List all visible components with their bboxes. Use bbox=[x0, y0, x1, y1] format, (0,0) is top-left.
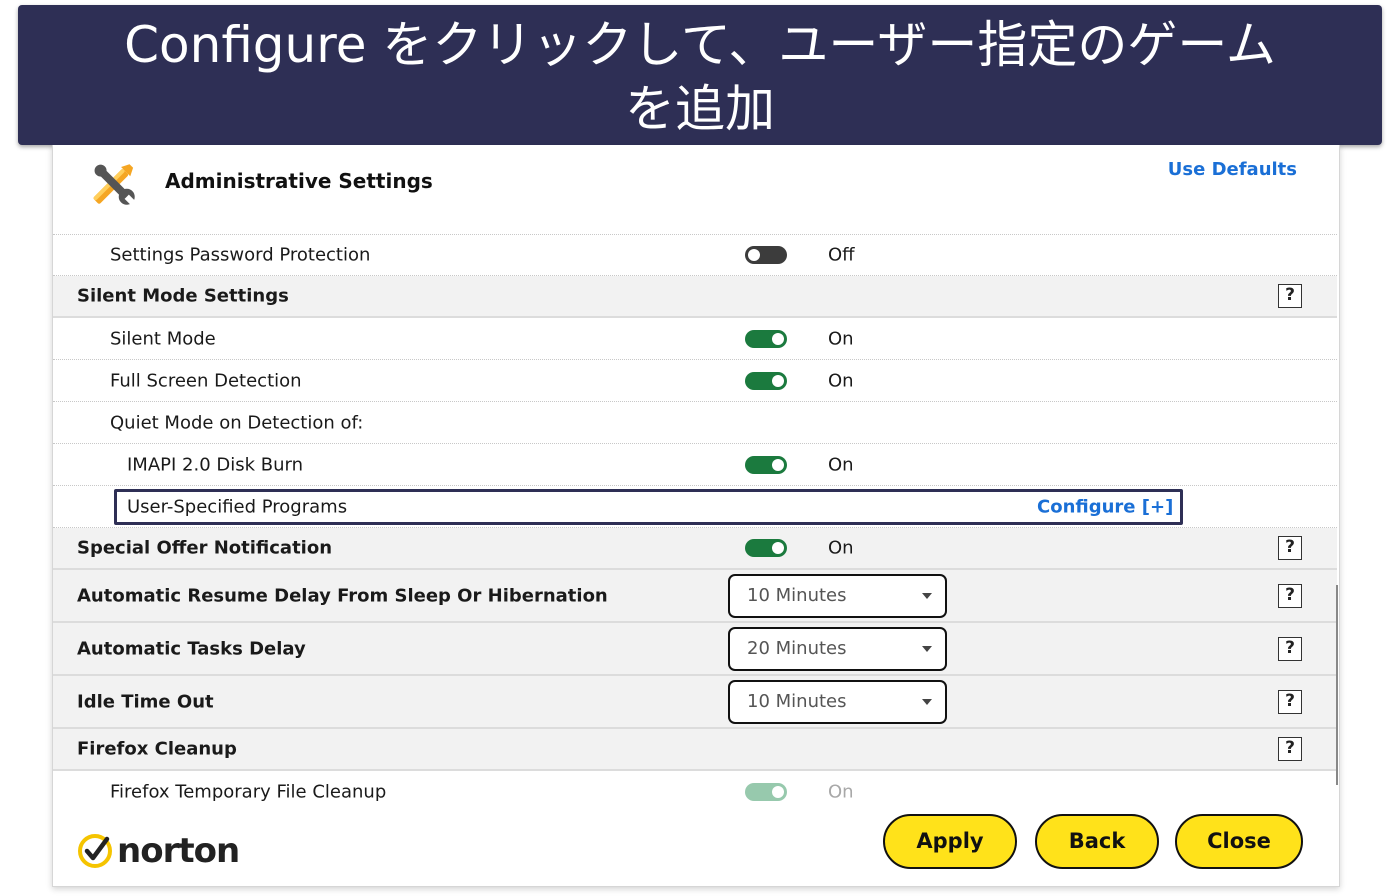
row-special-offer: Special Offer Notification On ? bbox=[53, 528, 1337, 570]
row-password-protection: Settings Password Protection Off bbox=[53, 234, 1337, 276]
chevron-down-icon bbox=[922, 698, 932, 705]
silent-mode-toggle[interactable] bbox=[745, 329, 787, 348]
row-silent-mode-settings: Silent Mode Settings ? bbox=[53, 276, 1337, 318]
resume-delay-select[interactable]: 10 Minutes bbox=[728, 573, 947, 618]
user-specified-programs-label: User-Specified Programs bbox=[127, 496, 348, 517]
firefox-temp-toggle[interactable] bbox=[745, 783, 787, 801]
silent-mode-label: Silent Mode bbox=[110, 328, 216, 349]
norton-logo: norton bbox=[77, 829, 240, 873]
chevron-down-icon bbox=[922, 592, 932, 599]
row-idle-timeout: Idle Time Out 10 Minutes ? bbox=[53, 676, 1337, 729]
tasks-delay-select[interactable]: 20 Minutes bbox=[728, 626, 947, 671]
row-firefox-cleanup: Firefox Cleanup ? bbox=[53, 729, 1337, 771]
idle-timeout-select[interactable]: 10 Minutes bbox=[728, 679, 947, 724]
configure-link[interactable]: Configure [+] bbox=[1037, 496, 1173, 517]
silent-mode-settings-label: Silent Mode Settings bbox=[77, 285, 289, 307]
tasks-delay-value: 20 Minutes bbox=[747, 637, 847, 659]
row-quiet-mode: Quiet Mode on Detection of: bbox=[53, 402, 1337, 444]
apply-button[interactable]: Apply bbox=[883, 814, 1017, 869]
row-full-screen-detection: Full Screen Detection On bbox=[53, 360, 1337, 402]
chevron-down-icon bbox=[922, 645, 932, 652]
row-silent-mode: Silent Mode On bbox=[53, 318, 1337, 360]
close-button[interactable]: Close bbox=[1175, 814, 1303, 869]
full-screen-detection-toggle[interactable] bbox=[745, 371, 787, 390]
special-offer-label: Special Offer Notification bbox=[77, 537, 333, 559]
back-button[interactable]: Back bbox=[1035, 814, 1159, 869]
settings-window: Administrative Settings Use Defaults Set… bbox=[52, 145, 1340, 887]
logo-text: norton bbox=[117, 831, 240, 871]
firefox-temp-label: Firefox Temporary File Cleanup bbox=[110, 781, 387, 803]
imapi-toggle[interactable] bbox=[745, 455, 787, 474]
firefox-temp-state: On bbox=[828, 781, 854, 803]
resume-delay-label: Automatic Resume Delay From Sleep Or Hib… bbox=[77, 585, 608, 606]
password-protection-toggle[interactable] bbox=[745, 246, 787, 264]
row-imapi: IMAPI 2.0 Disk Burn On bbox=[53, 444, 1337, 486]
firefox-cleanup-label: Firefox Cleanup bbox=[77, 738, 237, 760]
special-offer-state: On bbox=[828, 537, 854, 559]
tools-icon bbox=[93, 164, 136, 206]
full-screen-detection-label: Full Screen Detection bbox=[110, 370, 302, 391]
row-firefox-temp: Firefox Temporary File Cleanup On bbox=[53, 771, 1337, 813]
full-screen-detection-state: On bbox=[828, 370, 854, 391]
settings-list: Settings Password Protection Off Silent … bbox=[53, 234, 1337, 813]
silent-mode-state: On bbox=[828, 328, 854, 349]
password-protection-state: Off bbox=[828, 244, 855, 266]
imapi-label: IMAPI 2.0 Disk Burn bbox=[127, 454, 304, 475]
help-icon[interactable]: ? bbox=[1278, 737, 1302, 761]
use-defaults-link[interactable]: Use Defaults bbox=[1168, 159, 1297, 180]
quiet-mode-label: Quiet Mode on Detection of: bbox=[110, 412, 364, 433]
help-icon[interactable]: ? bbox=[1278, 536, 1302, 560]
idle-timeout-label: Idle Time Out bbox=[77, 691, 214, 712]
checkmark-icon bbox=[78, 834, 112, 868]
row-tasks-delay: Automatic Tasks Delay 20 Minutes ? bbox=[53, 623, 1337, 676]
scrollbar[interactable] bbox=[1336, 585, 1338, 785]
imapi-state: On bbox=[828, 454, 854, 475]
resume-delay-value: 10 Minutes bbox=[747, 584, 847, 606]
page-title: Administrative Settings bbox=[165, 169, 433, 193]
instruction-banner: Configure をクリックして、ユーザー指定のゲーム を追加 bbox=[18, 5, 1382, 145]
row-resume-delay: Automatic Resume Delay From Sleep Or Hib… bbox=[53, 570, 1337, 623]
idle-timeout-value: 10 Minutes bbox=[747, 690, 847, 712]
help-icon[interactable]: ? bbox=[1278, 583, 1302, 608]
password-protection-label: Settings Password Protection bbox=[110, 244, 371, 266]
help-icon[interactable]: ? bbox=[1278, 284, 1302, 308]
banner-line-2: を追加 bbox=[625, 80, 775, 138]
banner-line-1: Configure をクリックして、ユーザー指定のゲーム bbox=[124, 16, 1276, 74]
tasks-delay-label: Automatic Tasks Delay bbox=[77, 638, 306, 659]
help-icon[interactable]: ? bbox=[1278, 689, 1302, 714]
row-user-specified-programs: User-Specified Programs Configure [+] bbox=[53, 486, 1337, 528]
help-icon[interactable]: ? bbox=[1278, 636, 1302, 661]
special-offer-toggle[interactable] bbox=[745, 539, 787, 557]
